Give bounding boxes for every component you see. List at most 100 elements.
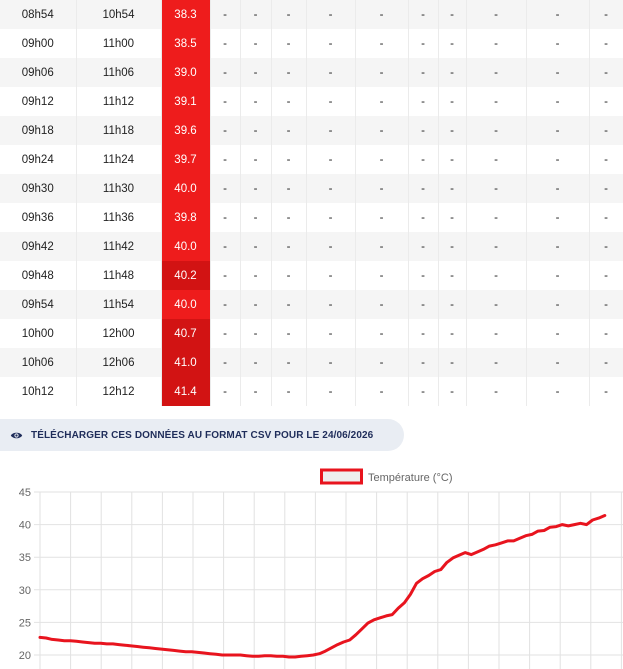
table-row: 10h00 12h00 40.7- - - - - - - - - - — [0, 319, 623, 348]
chart-legend[interactable]: Température (°C) — [320, 468, 453, 485]
empty-value-cell: - — [466, 29, 527, 58]
empty-value-cell: - — [589, 0, 623, 29]
empty-value-cell: - — [355, 203, 409, 232]
empty-value-cell: - — [210, 145, 241, 174]
table-row: 09h48 11h48 40.2- - - - - - - - - - — [0, 261, 623, 290]
local-time-cell: 12h06 — [76, 348, 162, 377]
empty-value-cell: - — [240, 290, 272, 319]
observations-table: 08h54 10h54 38.3- - - - - - - - - -09h00 11h00 38.5- -… — [0, 0, 623, 406]
utc-time-cell: 09h12 — [0, 87, 77, 116]
y-tick-label: 30 — [19, 585, 31, 597]
empty-value-cell: - — [210, 174, 241, 203]
empty-value-cell: - — [240, 87, 272, 116]
empty-value-cell: - — [408, 377, 439, 406]
empty-value-cell: - — [438, 116, 467, 145]
empty-value-cell: - — [240, 29, 272, 58]
empty-value-cell: - — [210, 58, 241, 87]
empty-value-cell: - — [408, 145, 439, 174]
empty-value-cell: - — [306, 348, 356, 377]
table-row: 09h54 11h54 40.0- - - - - - - - - - — [0, 290, 623, 319]
empty-value-cell: - — [526, 261, 590, 290]
empty-value-cell: - — [589, 87, 623, 116]
empty-value-cell: - — [466, 145, 527, 174]
empty-value-cell: - — [271, 377, 307, 406]
table-row: 09h00 11h00 38.5- - - - - - - - - - — [0, 29, 623, 58]
table-row: 09h18 11h18 39.6- - - - - - - - - - — [0, 116, 623, 145]
empty-value-cell: - — [438, 319, 467, 348]
empty-value-cell: - — [466, 0, 527, 29]
empty-value-cell: - — [355, 319, 409, 348]
empty-value-cell: - — [466, 203, 527, 232]
empty-value-cell: - — [271, 145, 307, 174]
utc-time-cell: 09h30 — [0, 174, 77, 203]
empty-value-cell: - — [466, 377, 527, 406]
empty-value-cell: - — [306, 290, 356, 319]
empty-value-cell: - — [438, 174, 467, 203]
empty-value-cell: - — [355, 87, 409, 116]
temperature-cell: 39.1 — [161, 87, 211, 116]
temperature-cell: 41.4 — [161, 377, 211, 406]
empty-value-cell: - — [466, 261, 527, 290]
empty-value-cell: - — [355, 29, 409, 58]
temperature-cell: 41.0 — [161, 348, 211, 377]
empty-value-cell: - — [271, 58, 307, 87]
empty-value-cell: - — [589, 232, 623, 261]
empty-value-cell: - — [355, 348, 409, 377]
download-csv-button[interactable]: TÉLÉCHARGER CES DONNÉES AU FORMAT CSV PO… — [0, 419, 404, 451]
empty-value-cell: - — [355, 0, 409, 29]
local-time-cell: 11h48 — [76, 261, 162, 290]
empty-value-cell: - — [408, 348, 439, 377]
empty-value-cell: - — [526, 290, 590, 319]
empty-value-cell: - — [355, 145, 409, 174]
empty-value-cell: - — [271, 261, 307, 290]
y-tick-label: 25 — [19, 617, 31, 629]
temperature-cell: 40.2 — [161, 261, 211, 290]
empty-value-cell: - — [306, 203, 356, 232]
empty-value-cell: - — [589, 58, 623, 87]
empty-value-cell: - — [438, 145, 467, 174]
local-time-cell: 11h00 — [76, 29, 162, 58]
empty-value-cell: - — [589, 261, 623, 290]
empty-value-cell: - — [408, 0, 439, 29]
empty-value-cell: - — [466, 174, 527, 203]
empty-value-cell: - — [526, 348, 590, 377]
empty-value-cell: - — [438, 290, 467, 319]
empty-value-cell: - — [355, 290, 409, 319]
utc-time-cell: 09h54 — [0, 290, 77, 319]
empty-value-cell: - — [408, 203, 439, 232]
empty-value-cell: - — [240, 261, 272, 290]
empty-value-cell: - — [408, 58, 439, 87]
local-time-cell: 10h54 — [76, 0, 162, 29]
empty-value-cell: - — [240, 58, 272, 87]
empty-value-cell: - — [240, 203, 272, 232]
local-time-cell: 12h12 — [76, 377, 162, 406]
empty-value-cell: - — [210, 319, 241, 348]
empty-value-cell: - — [526, 29, 590, 58]
utc-time-cell: 10h12 — [0, 377, 77, 406]
table-row: 09h06 11h06 39.0- - - - - - - - - - — [0, 58, 623, 87]
temperature-cell: 39.7 — [161, 145, 211, 174]
local-time-cell: 11h18 — [76, 116, 162, 145]
empty-value-cell: - — [589, 29, 623, 58]
temperature-cell: 39.6 — [161, 116, 211, 145]
local-time-cell: 11h06 — [76, 58, 162, 87]
empty-value-cell: - — [355, 261, 409, 290]
chart-grid — [34, 491, 623, 669]
empty-value-cell: - — [589, 203, 623, 232]
empty-value-cell: - — [240, 145, 272, 174]
empty-value-cell: - — [210, 348, 241, 377]
empty-value-cell: - — [306, 377, 356, 406]
empty-value-cell: - — [526, 377, 590, 406]
empty-value-cell: - — [210, 203, 241, 232]
local-time-cell: 11h54 — [76, 290, 162, 319]
utc-time-cell: 09h24 — [0, 145, 77, 174]
empty-value-cell: - — [240, 232, 272, 261]
empty-value-cell: - — [526, 319, 590, 348]
table-row: 09h30 11h30 40.0- - - - - - - - - - — [0, 174, 623, 203]
empty-value-cell: - — [306, 145, 356, 174]
empty-value-cell: - — [466, 116, 527, 145]
local-time-cell: 11h24 — [76, 145, 162, 174]
empty-value-cell: - — [408, 87, 439, 116]
empty-value-cell: - — [306, 319, 356, 348]
utc-time-cell: 08h54 — [0, 0, 77, 29]
